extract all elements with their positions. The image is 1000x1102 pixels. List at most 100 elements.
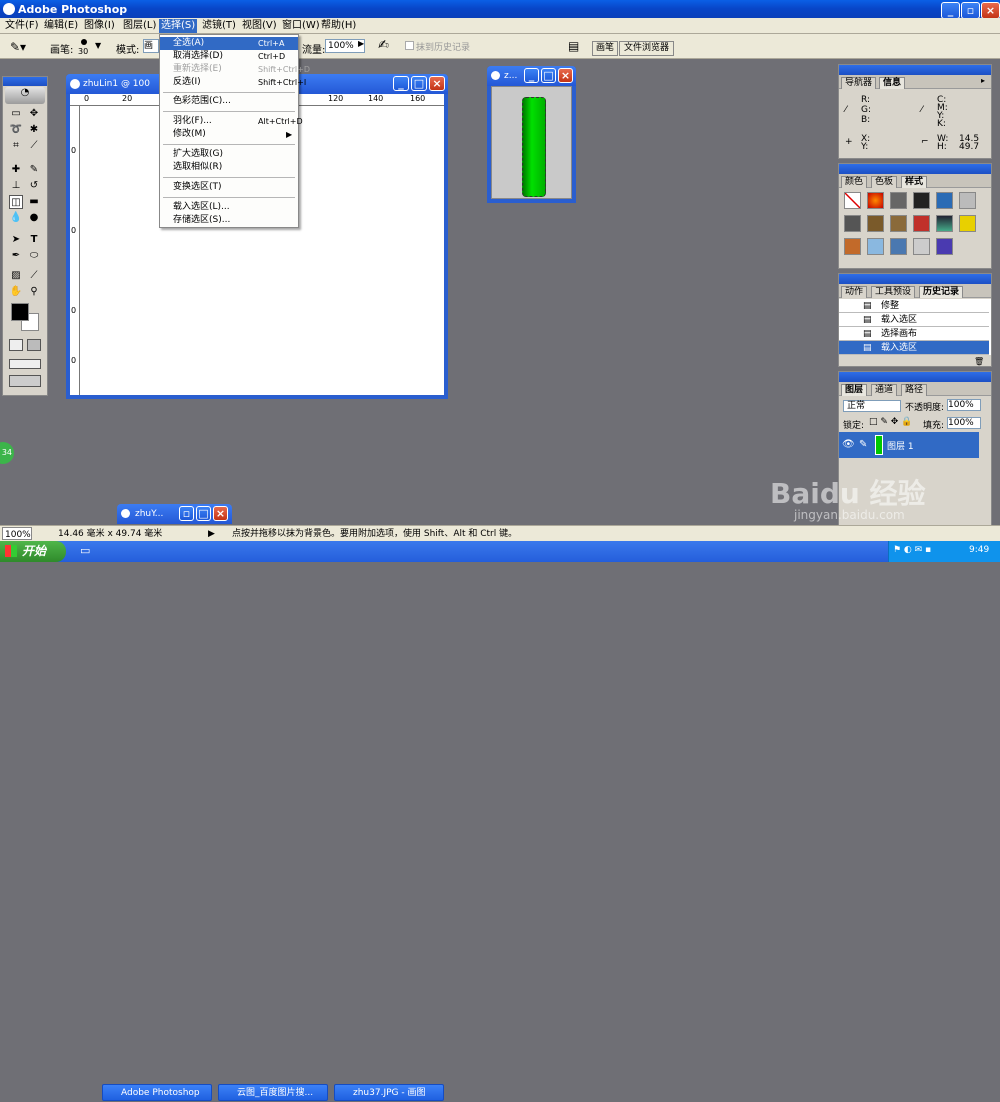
tab-actions[interactable]: 动作 [841,286,868,298]
marquee-tool-icon[interactable]: ▭ [9,107,23,121]
menu-edit[interactable]: 编辑(E) [42,19,80,33]
tray-icons[interactable]: ⚑ ◐ ✉ ▪ [893,545,931,555]
style-swatch[interactable] [936,215,953,232]
style-swatch[interactable] [867,215,884,232]
quick-mask-on-icon[interactable] [27,339,41,351]
eyedropper-icon[interactable]: ⟋ [27,269,41,283]
eraser-tool-icon[interactable]: ✎▾ [10,40,26,54]
menu-item-save-selection[interactable]: 存储选区(S)... [160,214,298,227]
style-swatch[interactable] [867,192,884,209]
menu-item-load-selection[interactable]: 载入选区(L)... [160,201,298,214]
doc-close-button[interactable]: × [429,76,445,91]
path-select-icon[interactable]: ➤ [9,233,23,247]
gradient-tool-icon[interactable]: ▬ [27,195,41,209]
move-tool-icon[interactable]: ✥ [27,107,41,121]
style-swatch[interactable] [890,215,907,232]
imageready-icon[interactable] [9,375,41,387]
brush-link-icon[interactable]: ✎ [859,439,867,450]
style-swatch[interactable] [936,238,953,255]
tab-brushes[interactable]: 画笔 [592,41,619,56]
blend-mode-select[interactable]: 正常 [843,400,901,412]
tab-channels[interactable]: 通道 [871,384,898,396]
small-doc-close-button[interactable]: × [558,68,573,83]
style-swatch[interactable] [959,192,976,209]
palette-title-bar[interactable] [839,164,991,174]
close-button[interactable]: × [981,2,1000,19]
style-swatch[interactable] [959,215,976,232]
history-trash-icon[interactable]: 🗑 [974,357,984,366]
palette-title-bar[interactable] [839,274,991,284]
green-badge[interactable]: 34 [0,442,14,464]
small-doc-restore-button[interactable]: □ [541,68,556,83]
small-doc-canvas[interactable] [491,86,572,199]
notes-tool-icon[interactable]: ▨ [9,269,23,283]
menu-item-color-range[interactable]: 色彩范围(C)... [160,95,298,108]
layer-row[interactable]: 👁 ✎ 图层 1 [839,432,979,458]
tab-swatches[interactable]: 色板 [871,176,898,188]
palette-title-bar[interactable] [839,372,991,382]
eraser-tool-selected-icon[interactable]: ◫ [9,195,23,209]
doc-restore-button[interactable]: □ [411,76,427,91]
quick-mask-icon[interactable] [9,339,23,351]
tab-paths[interactable]: 路径 [901,384,928,396]
min-doc-maximize-button[interactable]: □ [196,506,211,521]
pen-tool-icon[interactable]: ✒ [9,249,23,263]
dodge-tool-icon[interactable]: ● [27,211,41,225]
magic-wand-icon[interactable]: ✱ [27,123,41,137]
document-window-minimized[interactable]: zhuY... ▫ □ × [117,504,232,524]
blur-tool-icon[interactable]: 💧 [9,211,23,225]
doc-minimize-button[interactable]: _ [393,76,409,91]
menu-image[interactable]: 图像(I) [82,19,117,33]
style-swatch[interactable] [936,192,953,209]
show-desktop-icon[interactable]: ▭ [80,544,90,557]
style-swatch[interactable] [867,238,884,255]
taskbar-browser[interactable]: 云图_百度图片搜... [218,1084,328,1101]
eye-icon[interactable]: 👁 [842,439,855,450]
taskbar-photoshop[interactable]: Adobe Photoshop [102,1084,212,1101]
small-doc-title-bar[interactable]: z... _ □ × [487,66,576,86]
slice-tool-icon[interactable]: ⟋ [27,139,41,153]
fill-input[interactable]: 100% [947,417,981,429]
brush-tool-icon[interactable]: ✎ [27,163,41,177]
erase-history-checkbox[interactable] [405,41,414,50]
menu-window[interactable]: 窗口(W) [280,19,322,33]
tab-tool-presets[interactable]: 工具预设 [871,286,916,298]
tab-info[interactable]: 信息 [879,77,906,89]
menu-item-similar[interactable]: 选取相似(R) [160,161,298,174]
lasso-tool-icon[interactable]: ➰ [9,123,23,137]
lock-icons[interactable]: □ ✎ ✥ 🔒 [869,417,912,427]
menu-item-deselect[interactable]: 取消选择(D) Ctrl+D [160,50,298,63]
menu-item-transform-selection[interactable]: 变换选区(T) [160,181,298,194]
tab-styles[interactable]: 样式 [901,176,928,188]
palette-well-icon[interactable]: ▤ [568,39,579,53]
menu-layer[interactable]: 图层(L) [121,19,158,33]
style-swatch[interactable] [890,192,907,209]
minimize-button[interactable]: _ [941,2,960,19]
min-doc-close-button[interactable]: × [213,506,228,521]
tab-history[interactable]: 历史记录 [919,286,964,298]
style-swatch[interactable] [913,238,930,255]
menu-filter[interactable]: 滤镜(T) [200,19,238,33]
menu-file[interactable]: 文件(F) [3,19,41,33]
palette-menu-icon[interactable]: ▸ [981,76,985,85]
shape-tool-icon[interactable]: ⬭ [27,249,41,263]
restore-button[interactable]: ▫ [961,2,980,19]
history-row[interactable]: ▤ 选择画布 [839,327,989,341]
crop-tool-icon[interactable]: ⌗ [9,139,23,153]
menu-item-reselect[interactable]: 重新选择(E) Shift+Ctrl+D [160,63,310,76]
style-swatch[interactable] [890,238,907,255]
start-button[interactable]: 开始 [0,541,66,562]
status-arrow-icon[interactable]: ▶ [208,527,215,541]
document-window-small[interactable]: z... _ □ × [487,66,576,203]
menu-item-grow[interactable]: 扩大选取(G) [160,148,298,161]
style-swatch[interactable] [844,215,861,232]
airbrush-icon[interactable]: ✍ [378,38,389,53]
small-doc-minimize-button[interactable]: _ [524,68,539,83]
menu-item-modify[interactable]: 修改(M) ▶ [160,128,298,141]
tab-file-browser[interactable]: 文件浏览器 [619,41,675,56]
menu-view[interactable]: 视图(V) [240,19,279,33]
zoom-tool-icon[interactable]: ⚲ [27,285,41,299]
history-row[interactable]: ▤ 修整 [839,299,989,313]
palette-title-bar[interactable] [839,65,991,75]
brush-dropdown-icon[interactable]: ▼ [95,41,101,50]
